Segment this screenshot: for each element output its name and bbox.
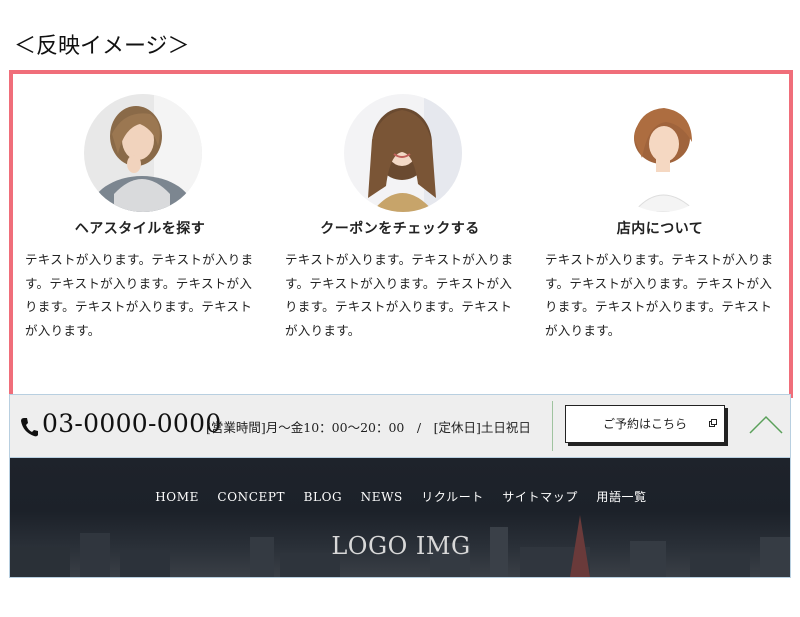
footer-logo[interactable]: LOGO IMG xyxy=(10,532,790,560)
feature-section: ヘアスタイルを探す テキストが入ります。テキストが入ります。テキストが入ります。… xyxy=(9,70,793,398)
external-link-icon xyxy=(709,419,717,427)
feature-title: クーポンをチェックする xyxy=(320,221,480,237)
page-caption: ＜反映イメージ＞ xyxy=(14,34,190,59)
feature-title: ヘアスタイルを探す xyxy=(74,221,206,237)
coupon-photo xyxy=(344,94,462,212)
nav-blog[interactable]: BLOG xyxy=(304,490,343,504)
nav-glossary[interactable]: 用語一覧 xyxy=(596,490,646,504)
nav-home[interactable]: HOME xyxy=(155,490,199,504)
nav-news[interactable]: NEWS xyxy=(361,490,403,504)
feature-text: テキストが入ります。テキストが入ります。テキストが入ります。テキストが入ります。… xyxy=(545,252,774,338)
salon-photo xyxy=(604,94,722,212)
nav-sitemap[interactable]: サイトマップ xyxy=(502,490,578,504)
feature-text: テキストが入ります。テキストが入ります。テキストが入ります。テキストが入ります。… xyxy=(285,252,514,338)
business-hours: [営業時間]月～金10：00～20：00 / [定休日]土日祝日 xyxy=(206,420,531,435)
contact-bar: 03-0000-0000 [営業時間]月～金10：00～20：00 / [定休日… xyxy=(9,394,791,458)
phone-number[interactable]: 03-0000-0000 xyxy=(42,409,222,438)
phone-icon xyxy=(21,418,38,437)
chevron-up-icon[interactable] xyxy=(749,413,783,435)
site-footer: HOME CONCEPT BLOG NEWS リクルート サイトマップ 用語一覧… xyxy=(9,458,791,578)
reserve-button[interactable]: ご予約はこちら xyxy=(565,405,725,443)
nav-recruit[interactable]: リクルート xyxy=(421,490,484,504)
feature-title: 店内について xyxy=(616,221,704,237)
hairstyle-photo xyxy=(84,94,202,212)
nav-concept[interactable]: CONCEPT xyxy=(217,490,285,504)
footer-nav: HOME CONCEPT BLOG NEWS リクルート サイトマップ 用語一覧 xyxy=(10,488,790,505)
bar-divider xyxy=(552,401,553,451)
feature-text: テキストが入ります。テキストが入ります。テキストが入ります。テキストが入ります。… xyxy=(25,252,254,338)
reserve-label: ご予約はこちら xyxy=(602,417,687,431)
